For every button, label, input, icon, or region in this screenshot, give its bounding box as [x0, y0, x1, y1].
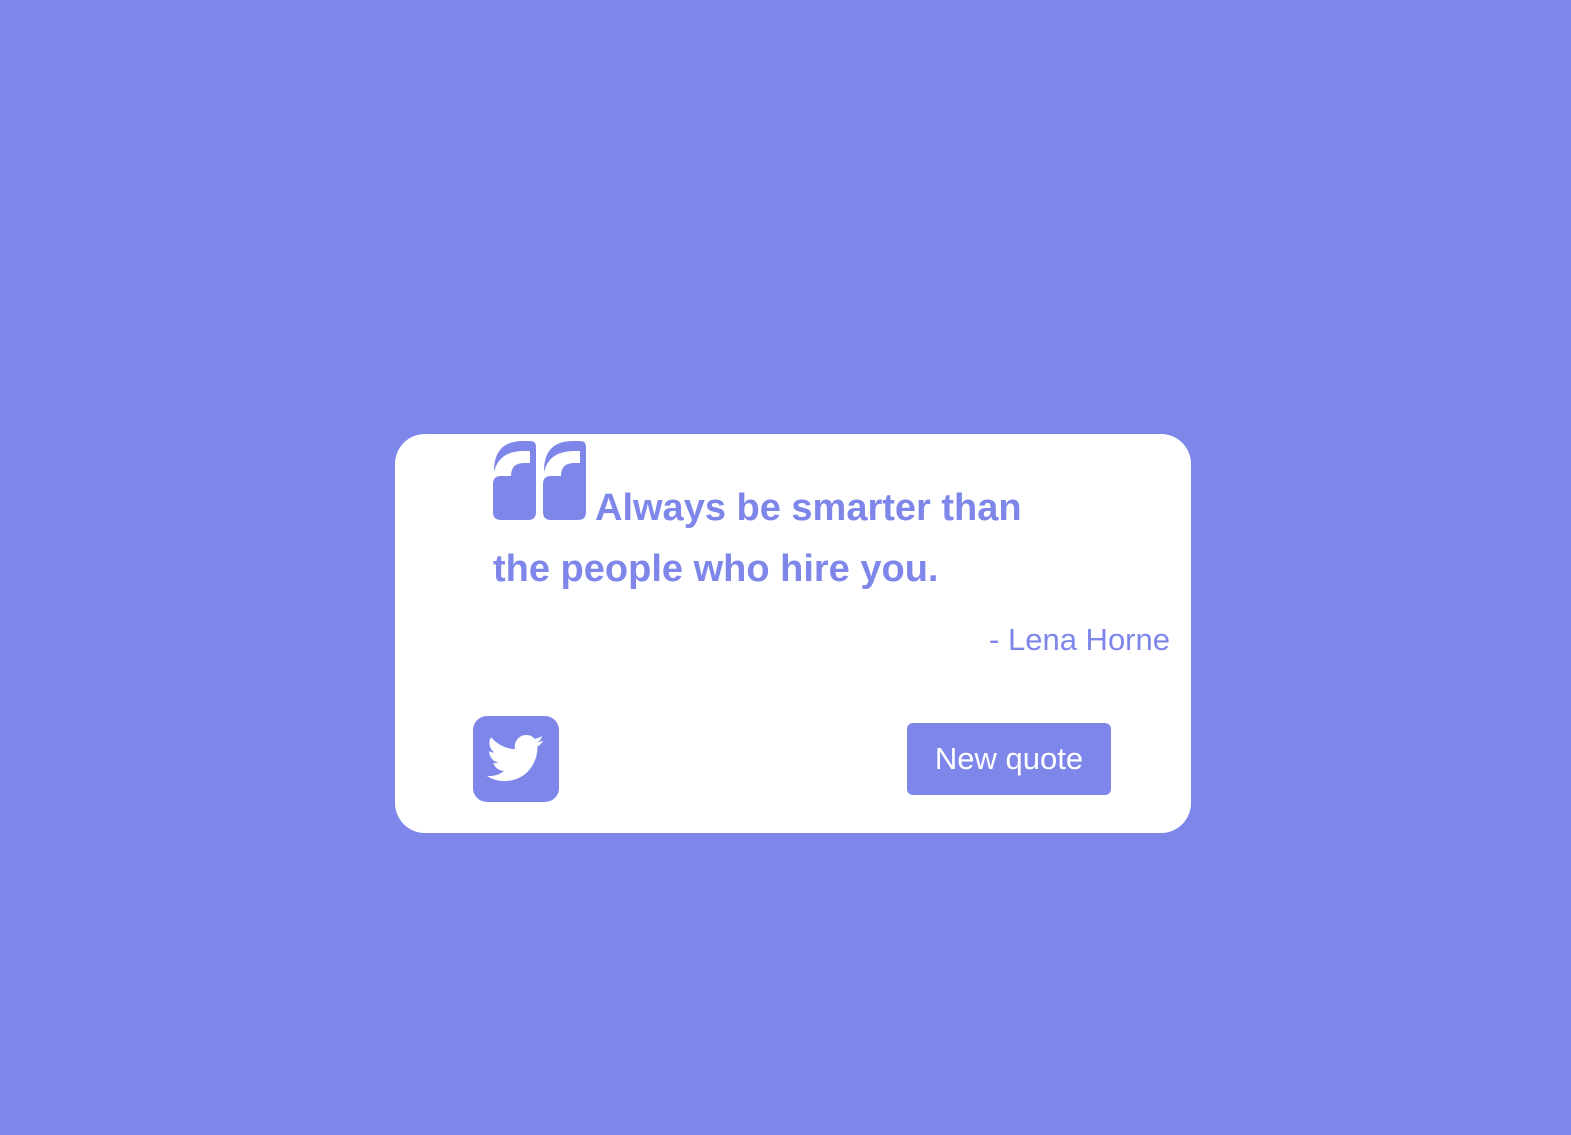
quote-box: Always be smarter than the people who hi…	[395, 434, 1191, 833]
tweet-quote-button[interactable]	[473, 716, 559, 802]
quote-author: - Lena Horne	[989, 622, 1170, 657]
twitter-icon	[487, 735, 544, 782]
quote-text: Always be smarter than the people who hi…	[493, 487, 1022, 590]
new-quote-button[interactable]: New quote	[907, 723, 1111, 795]
